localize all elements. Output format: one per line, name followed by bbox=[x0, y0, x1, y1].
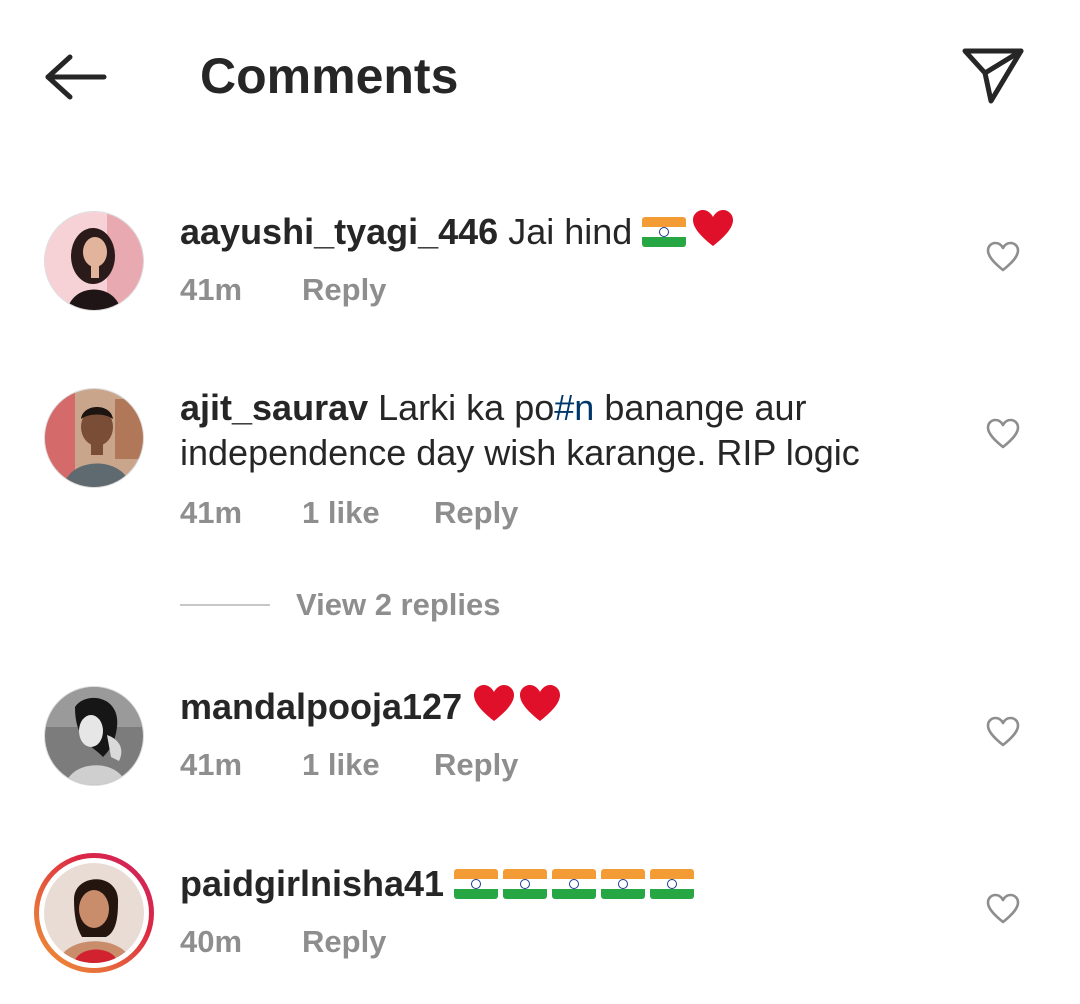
heart-outline-icon bbox=[986, 716, 1020, 747]
view-replies-label: View 2 replies bbox=[296, 587, 501, 622]
like-button[interactable] bbox=[980, 411, 1026, 457]
comment-time: 41m bbox=[180, 747, 243, 782]
back-button[interactable] bbox=[40, 45, 112, 109]
arrow-left-icon bbox=[45, 54, 107, 100]
india-flag-emoji bbox=[503, 869, 548, 899]
reply-button[interactable]: Reply bbox=[302, 922, 386, 962]
like-count[interactable]: 1 like bbox=[302, 745, 434, 785]
comment-message-start: Larki ka po bbox=[378, 387, 555, 428]
paper-plane-icon bbox=[962, 48, 1024, 104]
hashtag-link[interactable]: #n bbox=[554, 387, 594, 428]
comments-header: Comments bbox=[0, 0, 1080, 155]
avatar[interactable] bbox=[44, 686, 144, 786]
comment-meta: 41m Reply bbox=[180, 270, 386, 310]
comment-username[interactable]: paidgirlnisha41 bbox=[180, 863, 444, 904]
share-button[interactable] bbox=[955, 40, 1031, 110]
heart-outline-icon bbox=[986, 893, 1020, 924]
comment-text: ajit_saurav Larki ka po#n banange aur in… bbox=[180, 385, 940, 475]
comment-text: mandalpooja127 bbox=[180, 683, 940, 729]
comment-meta: 41m 1 like Reply bbox=[180, 493, 518, 533]
red-heart-emoji bbox=[520, 685, 561, 721]
comment-time: 41m bbox=[180, 495, 243, 530]
view-replies-button[interactable]: View 2 replies bbox=[180, 585, 501, 625]
reply-button[interactable]: Reply bbox=[302, 270, 386, 310]
replies-divider bbox=[180, 604, 270, 606]
india-flag-emoji bbox=[650, 869, 695, 899]
comment-username[interactable]: mandalpooja127 bbox=[180, 686, 462, 727]
avatar[interactable] bbox=[44, 388, 144, 488]
like-count[interactable]: 1 like bbox=[302, 493, 434, 533]
comment-time: 41m bbox=[180, 272, 243, 307]
india-flag-emoji bbox=[601, 869, 646, 899]
like-button[interactable] bbox=[980, 886, 1026, 932]
reply-button[interactable]: Reply bbox=[434, 745, 518, 785]
like-button[interactable] bbox=[980, 709, 1026, 755]
reply-button[interactable]: Reply bbox=[434, 493, 518, 533]
india-flag-emoji bbox=[642, 217, 687, 247]
heart-outline-icon bbox=[986, 418, 1020, 449]
india-flag-emoji bbox=[552, 869, 597, 899]
comment-username[interactable]: ajit_saurav bbox=[180, 387, 368, 428]
comment-username[interactable]: aayushi_tyagi_446 bbox=[180, 211, 498, 252]
red-heart-emoji bbox=[693, 210, 734, 246]
comment-meta: 41m 1 like Reply bbox=[180, 745, 518, 785]
comment-meta: 40m Reply bbox=[180, 922, 386, 962]
avatar-with-story-ring[interactable] bbox=[34, 853, 154, 973]
like-button[interactable] bbox=[980, 234, 1026, 280]
comment-text: aayushi_tyagi_446 Jai hind bbox=[180, 208, 940, 254]
india-flag-emoji bbox=[454, 869, 499, 899]
comment-text: paidgirlnisha41 bbox=[180, 861, 940, 906]
page-title: Comments bbox=[200, 48, 459, 104]
red-heart-emoji bbox=[474, 685, 515, 721]
comment-message: Jai hind bbox=[508, 211, 633, 252]
heart-outline-icon bbox=[986, 241, 1020, 272]
avatar[interactable] bbox=[44, 211, 144, 311]
comment-time: 40m bbox=[180, 924, 243, 959]
